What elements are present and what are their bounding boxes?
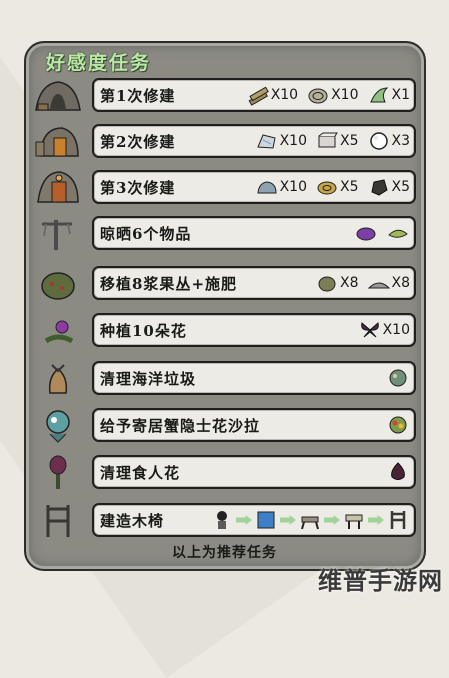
quest-row-build-1: 第1次修建 X10 X10 X1: [30, 74, 416, 114]
arrow-right-icon: [236, 515, 252, 525]
sawhorse-icon: [301, 516, 319, 530]
wooden-chair-small-icon: [390, 511, 406, 529]
quest-label: 晾晒6个物品: [100, 225, 192, 243]
butterfly-icon: [360, 322, 379, 338]
requirement: [210, 509, 234, 531]
requirement: X5: [315, 130, 359, 152]
requirement: [386, 367, 410, 389]
quest-row-transplant-berry: 移植8浆果丛+施肥 X8 X8: [30, 262, 416, 302]
quest-pill[interactable]: 第3次修建 X10 X5 X5: [92, 170, 416, 204]
flower-icon: [32, 311, 84, 349]
pearl-icon: [369, 132, 388, 150]
requirement: [354, 222, 378, 244]
requirement: [298, 509, 322, 531]
requirement: [386, 222, 410, 244]
requirement: [386, 509, 410, 531]
requirement: X10: [255, 176, 307, 198]
quest-label: 建造木椅: [100, 512, 165, 530]
arrow-right-icon: [368, 515, 384, 525]
quest-label: 给予寄居蟹隐士花沙拉: [100, 417, 261, 435]
dried-kelp-icon: [388, 229, 408, 238]
quest-row-build-chair: 建造木椅: [30, 499, 416, 539]
arrow-right-icon: [324, 515, 340, 525]
requirement: X5: [367, 176, 410, 198]
requirement: [254, 509, 278, 531]
flower-salad-icon: [389, 416, 407, 434]
quest-label: 第1次修建: [100, 87, 176, 105]
lureplant-bulb-icon: [391, 462, 405, 480]
quest-pill[interactable]: 移植8浆果丛+施肥 X8 X8: [92, 266, 416, 300]
wooden-chair-icon: [32, 501, 84, 539]
workbench-icon: [345, 514, 363, 529]
quest-label: 清理海洋垃圾: [100, 370, 197, 388]
drying-rack-icon: [32, 214, 84, 252]
quest-pill[interactable]: 第2次修建 X10 X5 X3: [92, 124, 416, 158]
boards-icon: [248, 86, 269, 106]
kelp-icon: [369, 87, 388, 103]
quest-label: 第2次修建: [100, 133, 176, 151]
charcoal-icon: [370, 179, 388, 196]
requirement: [342, 509, 366, 531]
quest-label: 第3次修建: [100, 179, 176, 197]
blueprint-icon: [257, 511, 275, 529]
sea-trash-icon: [32, 359, 84, 397]
berry-bush-small-icon: [318, 276, 336, 292]
quest-label: 清理食人花: [100, 464, 181, 482]
watermark: 维普手游网: [318, 567, 443, 595]
tent-camp-large-icon: [32, 168, 84, 206]
purple-fruit-icon: [356, 227, 376, 241]
lureplant-icon: [32, 453, 84, 491]
requirement: X10: [246, 84, 298, 106]
quest-pill[interactable]: 建造木椅: [92, 503, 416, 537]
tent-camp-lantern-icon: [32, 122, 84, 160]
fertilizer-icon: [367, 282, 390, 289]
seaweed-clump-icon: [389, 369, 407, 387]
requirement: X8: [315, 272, 359, 294]
quest-row-plant-flowers: 种植10朵花 X10: [30, 309, 416, 349]
cut-stone-icon: [318, 132, 338, 148]
arrow-right-icon: [280, 515, 296, 525]
quest-pill[interactable]: 给予寄居蟹隐士花沙拉: [92, 408, 416, 442]
requirement: X10: [358, 319, 410, 341]
requirement: X5: [315, 176, 359, 198]
requirement: X1: [367, 84, 410, 106]
berry-bush-icon: [32, 264, 84, 302]
quest-row-build-2: 第2次修建 X10 X5 X3: [30, 120, 416, 160]
rope-icon: [308, 88, 328, 104]
quest-pill[interactable]: 晾晒6个物品: [92, 216, 416, 250]
hermit-crab-icon: [32, 406, 84, 444]
requirement: X3: [367, 130, 410, 152]
requirement: [386, 461, 410, 483]
quest-label: 移植8浆果丛+施肥: [100, 275, 238, 293]
rocks-icon: [257, 181, 277, 194]
footer-note: 以上为推荐任务: [172, 545, 277, 561]
quest-pill[interactable]: 种植10朵花 X10: [92, 313, 416, 347]
tent-camp-icon: [32, 76, 84, 114]
quest-row-clear-lureplant: 清理食人花: [30, 451, 416, 491]
requirement: X8: [367, 272, 410, 294]
quest-pill[interactable]: 第1次修建 X10 X10 X1: [92, 78, 416, 112]
marble-icon: [256, 134, 276, 149]
gold-rope-icon: [317, 181, 337, 195]
quest-row-ocean-trash: 清理海洋垃圾: [30, 357, 416, 397]
quest-row-build-3: 第3次修建 X10 X5 X5: [30, 166, 416, 206]
quest-pill[interactable]: 清理食人花: [92, 455, 416, 489]
quest-pill[interactable]: 清理海洋垃圾: [92, 361, 416, 395]
requirement: X10: [255, 130, 307, 152]
panel-title: 好感度任务: [46, 52, 152, 74]
quest-label: 种植10朵花: [100, 322, 187, 340]
character-icon: [217, 511, 227, 529]
quest-row-dry-items: 晾晒6个物品: [30, 212, 416, 252]
quest-row-hermit-salad: 给予寄居蟹隐士花沙拉: [30, 404, 416, 444]
requirement: X10: [306, 84, 359, 106]
requirement: [386, 414, 410, 436]
